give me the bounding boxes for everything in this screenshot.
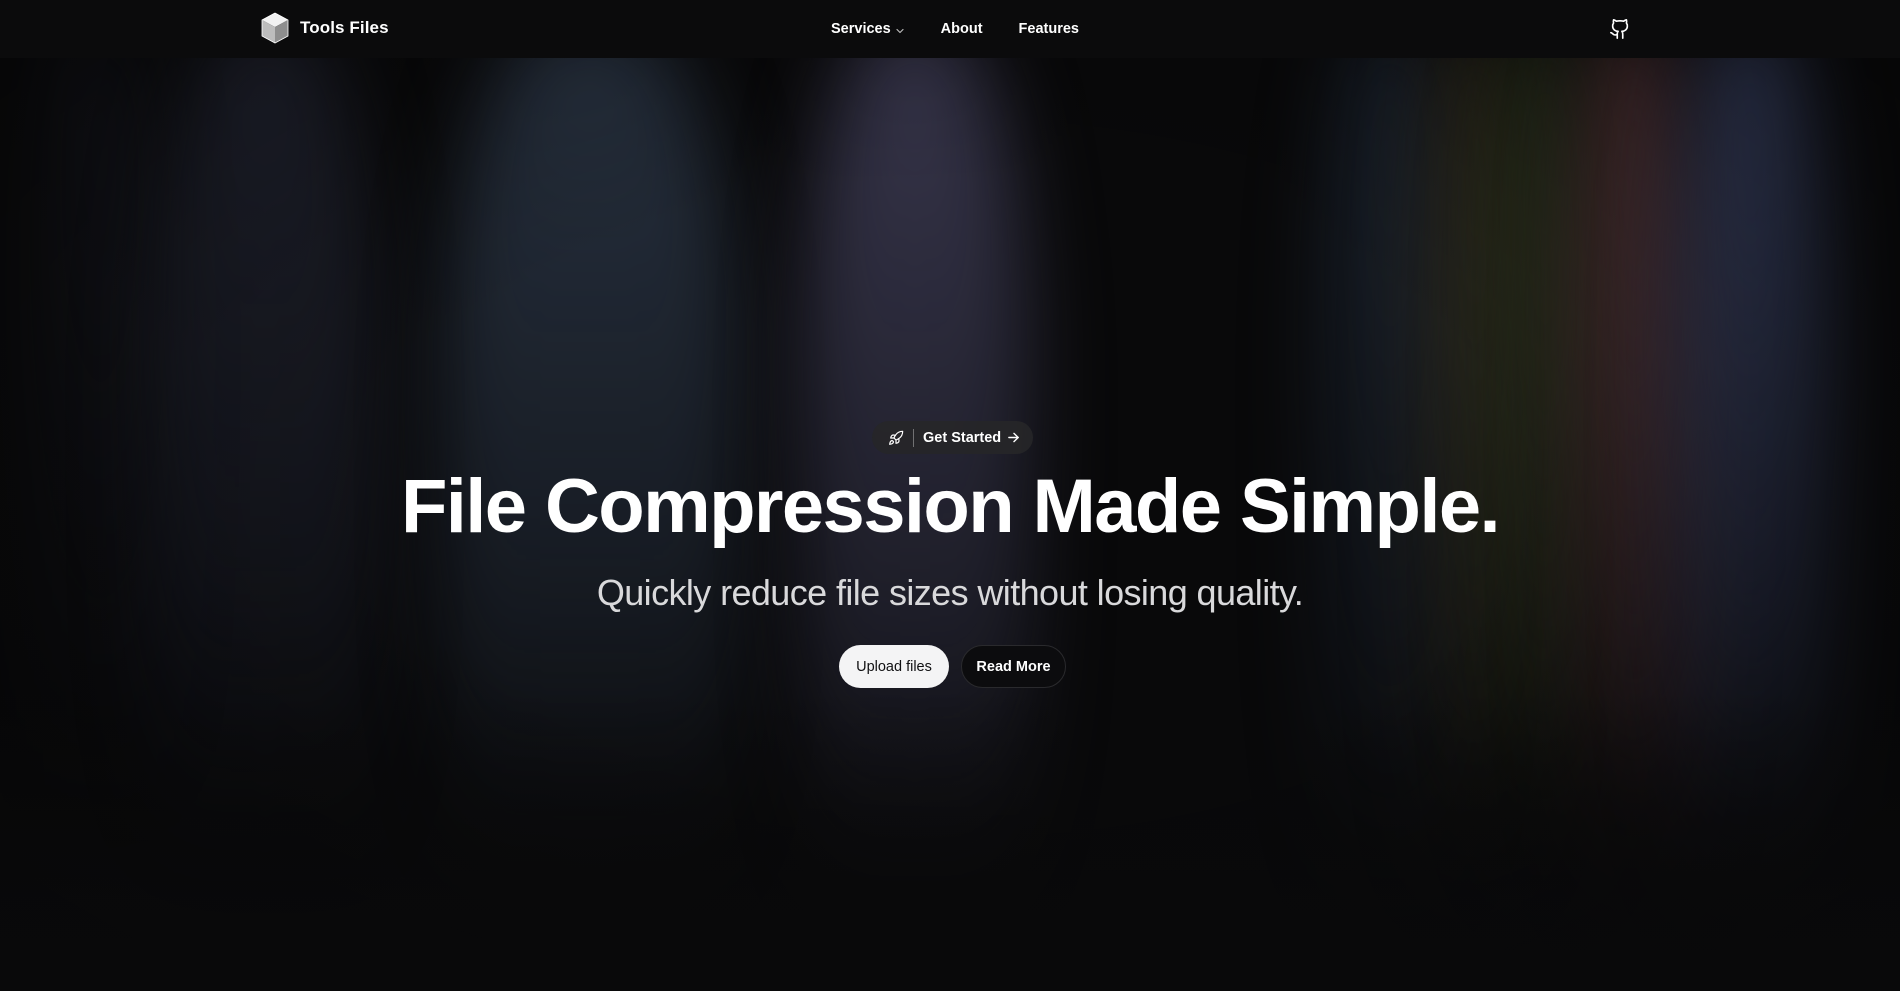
badge-divider [913, 428, 914, 447]
page: Tools Files Services About Features Get … [0, 0, 1900, 991]
brand-name: Tools Files [300, 18, 389, 37]
main-nav: Services About Features [831, 0, 1079, 58]
upload-files-button[interactable]: Upload files [839, 645, 949, 688]
hero-title: File Compression Made Simple. [400, 464, 1501, 549]
nav-services[interactable]: Services [831, 21, 905, 37]
nav-features[interactable]: Features [1019, 21, 1079, 37]
read-more-button[interactable]: Read More [961, 645, 1066, 688]
arrow-right-icon [1008, 432, 1020, 443]
cube-icon [261, 12, 289, 44]
nav-services-label: Services [831, 21, 891, 37]
brand-logo-link[interactable]: Tools Files [260, 12, 389, 44]
hero-section: Get Started File Compression Made Simple… [0, 0, 1900, 991]
chevron-down-icon [896, 28, 904, 33]
nav-about-label: About [940, 21, 983, 37]
rocket-icon [889, 430, 904, 445]
nav-about[interactable]: About [941, 21, 983, 37]
github-icon[interactable] [1609, 18, 1631, 40]
get-started-badge[interactable]: Get Started [872, 421, 1033, 454]
hero-subtitle: Quickly reduce file sizes without losing… [596, 572, 1304, 613]
top-navbar: Tools Files Services About Features [0, 0, 1900, 58]
nav-features-label: Features [1018, 21, 1079, 37]
get-started-label: Get Started [923, 429, 1002, 446]
